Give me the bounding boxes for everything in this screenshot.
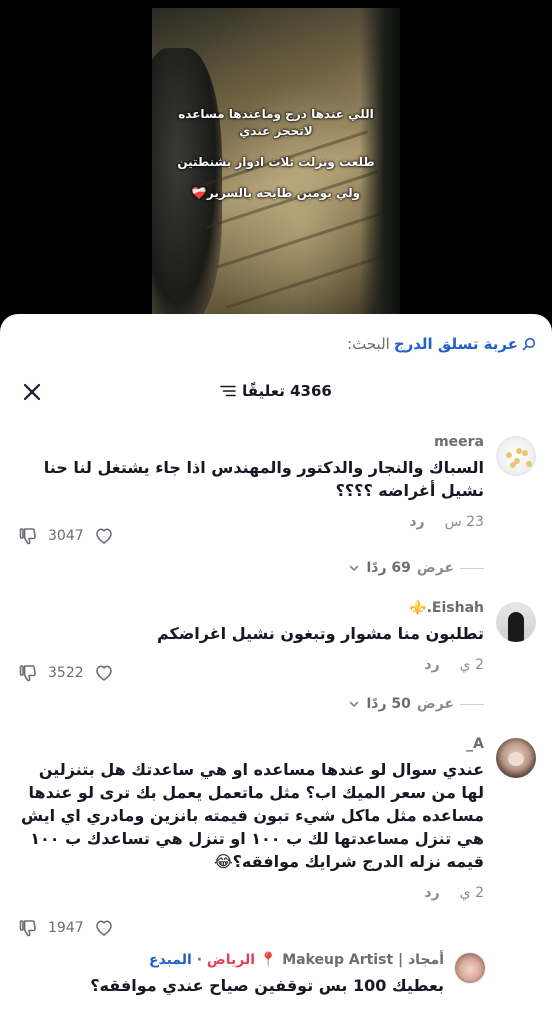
dislike-icon[interactable] (18, 918, 38, 938)
comment-author[interactable]: Eishah.⚜️ (18, 598, 484, 618)
reply-button[interactable]: رد (409, 514, 424, 530)
heart-icon[interactable] (94, 918, 114, 938)
comment-count: 4366 تعليقًا (242, 382, 332, 400)
avatar[interactable] (496, 436, 536, 476)
reply-button[interactable]: رد (424, 657, 439, 673)
reply-button[interactable]: رد (424, 885, 439, 901)
caption-line: ولي يومين طايحه بالسرير❤️‍🩹 (191, 186, 361, 200)
avatar[interactable] (496, 738, 536, 778)
replies-divider (460, 567, 484, 569)
comment-time: 2 ي (459, 657, 484, 673)
like-count: 1947 (48, 920, 84, 936)
reply-author-row: أمجاد | Makeup Artist 📍 الرياض · المبدع (18, 950, 444, 970)
chevron-down-icon (350, 701, 359, 707)
search-suggestion[interactable]: البحث: عربة تسلق الدرج (347, 332, 536, 356)
chevron-down-icon (350, 565, 359, 571)
video-player[interactable]: اللي عندها درج وماعندها مساعده لاتحجز عن… (0, 0, 552, 330)
video-caption: اللي عندها درج وماعندها مساعده لاتحجز عن… (152, 106, 400, 202)
comment-time: 2 ي (459, 885, 484, 901)
search-prefix: البحث: (347, 335, 390, 353)
like-count: 3522 (48, 665, 84, 681)
view-replies-label: عرض (416, 560, 454, 576)
comment-text: تطلبون منا مشوار وتبغون نشيل اغراضكم (156, 624, 484, 643)
view-replies-button[interactable]: عرض 69 ردًا (348, 560, 484, 576)
comments-header: 4366 تعليقًا (0, 378, 552, 408)
caption-line: لاتحجز عندي (239, 124, 313, 138)
view-replies-button[interactable]: عرض 50 ردًا (348, 696, 484, 712)
comment-author[interactable]: meera (18, 432, 484, 452)
search-query-link[interactable]: عربة تسلق الدرج (394, 335, 518, 353)
avatar[interactable] (454, 952, 486, 984)
heart-icon[interactable] (94, 663, 114, 683)
view-replies-count: 69 ردًا (366, 560, 411, 576)
comment-text: عندي سوال لو عندها مساعده او هي ساعدتك ه… (20, 760, 484, 871)
comments-sheet: البحث: عربة تسلق الدرج 4366 تعليقًا meer… (0, 314, 552, 1024)
caption-line: اللي عندها درج وماعندها مساعده (178, 107, 374, 121)
view-replies-label: عرض (416, 696, 454, 712)
filter-icon[interactable] (220, 384, 236, 398)
like-count: 3047 (48, 528, 84, 544)
avatar[interactable] (496, 602, 536, 642)
caption-line: طلعت ونزلت ثلاث ادوار بشنطتين (177, 155, 375, 169)
dislike-icon[interactable] (18, 663, 38, 683)
view-replies-count: 50 ردًا (366, 696, 411, 712)
comment-text: السباك والنجار والدكتور والمهندس اذا جاء… (43, 458, 484, 500)
separator-dot: · (196, 952, 203, 968)
replies-divider (460, 703, 484, 705)
search-icon (522, 337, 536, 351)
heart-icon[interactable] (94, 526, 114, 546)
video-frame[interactable]: اللي عندها درج وماعندها مساعده لاتحجز عن… (152, 8, 400, 320)
comment-time: 23 س (444, 514, 484, 530)
location-label: 📍 الرياض (206, 952, 278, 968)
comment-author[interactable]: أمجاد | Makeup Artist (282, 952, 444, 968)
close-icon[interactable] (20, 380, 44, 404)
dislike-icon[interactable] (18, 526, 38, 546)
comment-author[interactable]: A_ (18, 734, 484, 754)
comment-text: بعطيك 100 بس توقفين صياح عندي موافقه؟ (90, 976, 444, 995)
creator-badge: المبدع (149, 952, 192, 968)
